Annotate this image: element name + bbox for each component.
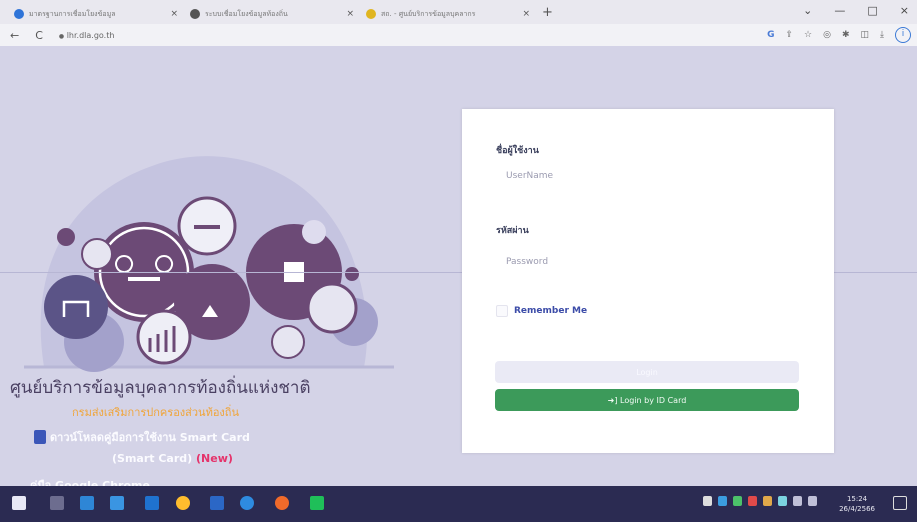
remember-me-label: Remember Me [514,306,588,316]
system-tray [703,496,817,506]
tab-favicon-icon [14,9,24,19]
maximize-button[interactable]: □ [867,4,877,17]
login-button[interactable]: Login [495,361,799,383]
notification-icon[interactable] [893,496,907,510]
tab-close-icon[interactable]: × [346,9,354,19]
extension-icon[interactable]: ◎ [823,30,831,40]
keyboard-icon[interactable] [703,496,712,506]
browser-nav-bar: ← C ● lhr.dla.go.th G ⇪ ☆ ◎ ✱ ◫ ⤓ i [0,24,917,46]
login-card: ชื่อผู้ใช้งาน รหัสผ่าน Remember Me Login… [462,109,834,453]
task-view-icon[interactable] [50,496,64,510]
start-icon[interactable] [12,496,26,510]
bookmark-star-icon[interactable]: ☆ [804,30,812,40]
word-icon[interactable] [210,496,224,510]
tab-favicon-icon [190,9,200,19]
tab-title: ระบบเชื่อมโยงข้อมูลท้องถิ่น [205,9,288,18]
bulb-circle [302,220,326,244]
url-text: lhr.dla.go.th [66,30,115,40]
tab-title: สถ. - ศูนย์บริการข้อมูลบุคลากร [381,9,476,18]
download-icon[interactable]: ⤓ [880,30,884,40]
browser-tab-bar: มาตรฐานการเชื่อมโยงข้อมูล × ระบบเชื่อมโย… [0,0,917,24]
browser-tab-2[interactable]: ระบบเชื่อมโยงข้อมูลท้องถิ่น × [184,4,360,24]
close-window-button[interactable]: × [900,4,909,17]
browser-tab-3[interactable]: สถ. - ศูนย์บริการข้อมูลบุคลากร × [360,4,536,24]
chevron-down-icon[interactable]: ⌄ [803,4,812,17]
firefox-icon[interactable] [275,496,289,510]
back-button[interactable]: ← [10,29,19,42]
clipboard-circle [81,238,113,270]
store-icon[interactable] [80,496,94,510]
taskbar-clock[interactable]: 15:24 26/4/2566 [839,494,875,514]
tray-app-icon[interactable] [778,496,787,506]
login-arrow-icon: ➜] [607,395,618,405]
extension-toolbar: G ⇪ ☆ ◎ ✱ ◫ ⤓ i [767,27,911,43]
remember-me-checkbox[interactable] [496,305,508,317]
window-controls: ⌄ — □ × [803,4,909,17]
mail-icon[interactable] [145,496,159,510]
manual-smartcard-link[interactable]: (Smart Card) (New) [112,452,233,465]
manual-download-icon [34,430,46,444]
address-bar[interactable]: ● lhr.dla.go.th [59,31,115,40]
google-icon[interactable]: G [767,30,774,40]
tray-app-icon[interactable] [763,496,772,506]
remember-me-row[interactable]: Remember Me [496,305,587,317]
manual-chrome-link[interactable]: คู่มือ Google Chrome [30,476,150,486]
department-subtitle: กรมส่งเสริมการปกครองส่วนท้องถิ่น [72,406,239,419]
tray-app-icon[interactable] [733,496,742,506]
login-id-card-label: Login by ID Card [620,395,687,405]
username-label: ชื่อผู้ใช้งาน [496,146,539,156]
password-label: รหัสผ่าน [496,226,529,236]
network-circle [271,325,305,359]
file-explorer-icon[interactable] [110,496,124,510]
tab-close-icon[interactable]: × [522,9,530,19]
windows-taskbar: 15:24 26/4/2566 [0,486,917,522]
login-id-card-button[interactable]: ➜] Login by ID Card [495,389,799,411]
edge-icon[interactable] [240,496,254,510]
tab-title: มาตรฐานการเชื่อมโยงข้อมูล [29,9,116,18]
chrome-icon[interactable] [176,496,190,510]
lock-icon: ● [58,32,65,40]
line-icon[interactable] [310,496,324,510]
tab-favicon-icon [366,9,376,19]
browser-tab-1[interactable]: มาตรฐานการเชื่อมโยงข้อมูล × [8,4,184,24]
share-icon[interactable]: ⇪ [785,30,793,40]
manual-download-text: ดาวน์โหลดคู่มือการใช้งาน Smart Card [50,431,250,444]
chart-circle [136,309,192,365]
new-tab-button[interactable]: + [542,5,553,20]
manual-smartcard-text: (Smart Card) [112,452,193,465]
portal-title: ศูนย์บริการข้อมูลบุคลากรท้องถิ่นแห่งชาติ [10,378,311,398]
hero-illustration [24,156,394,372]
password-input[interactable] [496,251,796,273]
username-input[interactable] [496,165,796,187]
profile-avatar[interactable]: i [895,27,911,43]
tray-app-icon[interactable] [748,496,757,506]
tray-app-icon[interactable] [718,496,727,506]
new-badge: (New) [196,452,233,465]
volume-icon[interactable] [808,496,817,506]
clock-date: 26/4/2566 [839,505,875,513]
minimize-button[interactable]: — [834,4,845,17]
presentation-circle [44,275,108,339]
sidebar-icon[interactable]: ◫ [861,30,870,40]
profile-circle [306,282,358,334]
manual-download-link[interactable]: ดาวน์โหลดคู่มือการใช้งาน Smart Card [34,428,250,446]
clock-time: 15:24 [846,495,868,503]
page-content: ศูนย์บริการข้อมูลบุคลากรท้องถิ่นแห่งชาติ… [0,46,917,486]
network-icon[interactable] [793,496,802,506]
tab-close-icon[interactable]: × [170,9,178,19]
puzzle-icon[interactable]: ✱ [842,30,850,40]
reload-button[interactable]: C [35,29,43,42]
